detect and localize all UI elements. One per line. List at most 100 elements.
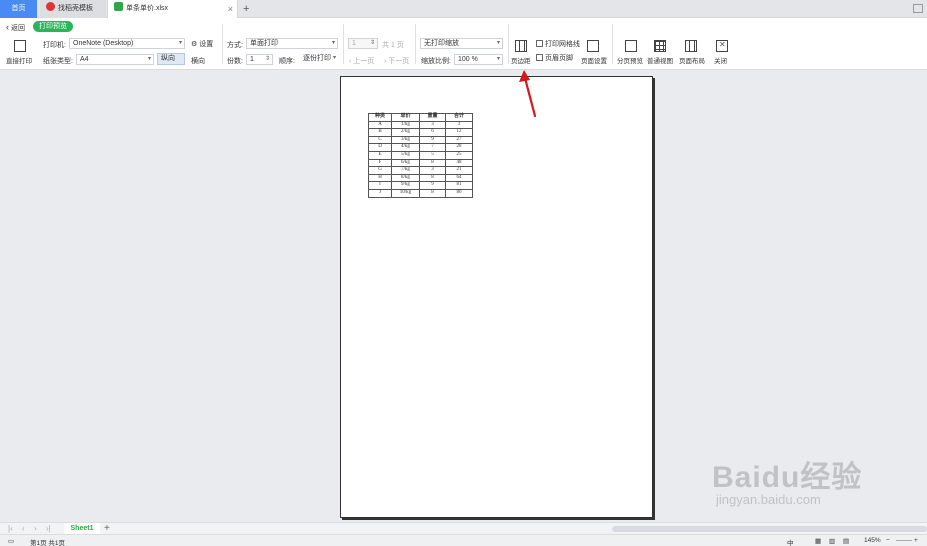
page-number-value: 1 (352, 40, 356, 47)
add-sheet-button[interactable]: + (104, 523, 110, 534)
copies-value: 1 (250, 56, 254, 63)
baidu-watermark: Baidu经验 jingyan.baidu.com (712, 452, 862, 507)
table-body: A 1/kg 3 3 B 2/kg 6 12 C 3/kg 9 27 D 4/kg 7 28 E 5/kg 5 25 F… (368, 120, 473, 198)
close-preview-button[interactable]: 关闭 (714, 55, 727, 65)
sheet-tab-label: Sheet1 (70, 525, 94, 532)
table-cell: 27 (445, 135, 473, 145)
tab-active-label: 单条单价.xlsx (126, 5, 168, 12)
zoom-slider[interactable] (896, 540, 912, 541)
stepper-icon: ⇕ (369, 40, 375, 46)
page-number-input[interactable]: 1 ⇕ (348, 38, 378, 49)
table-cell: 10/kg (391, 188, 420, 198)
docer-icon (46, 2, 55, 11)
page-break-preview-button[interactable]: 分页预览 (617, 55, 643, 65)
zoom-value: 100 % (458, 56, 478, 63)
landscape-button[interactable]: 横向 (191, 56, 205, 66)
page-setup-icon[interactable] (587, 40, 599, 52)
close-tab-icon[interactable]: × (228, 0, 233, 18)
view-normal-icon[interactable]: ▦ (815, 537, 821, 545)
chevron-down-icon: ▾ (178, 40, 182, 46)
copies-label: 份数: (227, 58, 243, 65)
prev-sheet-icon[interactable]: ‹ (22, 524, 25, 533)
close-icon[interactable] (716, 40, 728, 52)
table-row: D 4/kg 7 28 (368, 143, 473, 152)
paper-select[interactable]: A4 ▾ (76, 54, 154, 65)
table-cell: 8 (419, 188, 446, 198)
window-layout-icon[interactable] (913, 4, 923, 13)
table-cell: 8 (419, 173, 446, 183)
page-layout-button[interactable]: 页面布局 (679, 55, 705, 65)
table-cell: 48 (445, 158, 473, 168)
copies-input[interactable]: 1 ⇕ (246, 54, 273, 65)
mode-select[interactable]: 单面打印 ▾ (246, 38, 338, 49)
zoom-in-icon[interactable]: + (914, 537, 918, 544)
order-value: 逐份打印 (303, 55, 331, 62)
horizontal-scrollbar[interactable] (612, 526, 927, 532)
printer-select[interactable]: OneNote (Desktop) ▾ (69, 38, 185, 49)
next-page-button[interactable]: › 下一页 (384, 56, 409, 66)
portrait-button[interactable]: 纵向 (157, 53, 185, 65)
table-cell: 3 (419, 120, 446, 130)
prev-page-button[interactable]: ‹ 上一页 (349, 56, 374, 66)
table-cell: 1/kg (391, 120, 420, 130)
table-header-row: 种类 单价 重量 合计 (368, 113, 473, 122)
printer-icon[interactable] (14, 40, 26, 52)
direct-print-button[interactable]: 直接打印 (6, 55, 32, 65)
order-select[interactable]: 逐份打印 ▾ (300, 54, 338, 65)
margins-icon[interactable] (515, 40, 527, 52)
scale-select[interactable]: 无打印缩放 ▾ (420, 38, 503, 49)
prev-page-label: 上一页 (353, 58, 375, 65)
tab-templates-label: 找稻壳模板 (58, 5, 93, 12)
chevron-down-icon: ▾ (331, 40, 335, 46)
table-cell: E (368, 150, 392, 160)
tab-home[interactable]: 首页 (0, 0, 37, 18)
table-cell: 6 (419, 128, 446, 137)
next-sheet-icon[interactable]: › (34, 524, 37, 533)
zoom-level[interactable]: 145% (864, 537, 881, 544)
first-sheet-icon[interactable]: |‹ (8, 524, 13, 533)
paper-label: 纸张类型: (43, 58, 73, 65)
table-cell: 8/kg (391, 173, 420, 183)
table-cell: C (368, 135, 392, 145)
header-footer-icon[interactable] (536, 54, 543, 61)
header-footer-button[interactable]: 页眉页脚 (545, 53, 573, 63)
print-preview-badge: 打印预览 (33, 21, 73, 32)
table-row: E 5/kg 5 25 (368, 150, 473, 160)
add-tab-button[interactable]: + (243, 0, 249, 18)
table-cell: 21 (445, 166, 473, 175)
zoom-select[interactable]: 100 % ▾ (454, 54, 503, 65)
print-preview-toolbar: ‹ 返回 打印预览 直接打印 打印机: OneNote (Desktop) ▾ ⚙ … (0, 18, 927, 70)
settings-button[interactable]: ⚙ 设置 (191, 39, 213, 49)
table-cell: 3 (445, 120, 473, 130)
table-cell: 7/kg (391, 166, 420, 175)
table-cell: G (368, 166, 392, 175)
view-layout-icon[interactable]: ▥ (829, 537, 835, 545)
chevron-left-icon: ‹ (349, 58, 352, 65)
margins-button[interactable]: 页边距 (511, 55, 531, 65)
table-row: J 10/kg 8 80 (368, 188, 473, 198)
table-cell: 5/kg (391, 150, 420, 160)
tab-active-workbook[interactable]: 单条单价.xlsx × (107, 0, 238, 18)
gridlines-checkbox[interactable] (536, 40, 543, 47)
table-cell: 80 (445, 188, 473, 198)
zoom-out-icon[interactable]: − (886, 537, 890, 544)
sheet-tab-bar: |‹ ‹ › ›| Sheet1 + (0, 522, 927, 534)
divider (612, 24, 613, 64)
tab-templates[interactable]: 找稻壳模板 (40, 0, 106, 18)
column-header: 单价 (391, 113, 420, 122)
last-sheet-icon[interactable]: ›| (46, 524, 51, 533)
view-break-icon[interactable]: ▤ (843, 537, 849, 545)
normal-view-icon[interactable] (654, 40, 666, 52)
page-layout-icon[interactable] (685, 40, 697, 52)
table-cell: 9 (419, 181, 446, 190)
page-setup-button[interactable]: 页面设置 (581, 55, 607, 65)
divider (343, 24, 344, 64)
input-mode[interactable]: 中 (787, 537, 794, 546)
watermark-url: jingyan.baidu.com (716, 492, 821, 507)
status-bar: ▭ 第1页 共1页 中 ▦ ▥ ▤ 145% − + (0, 534, 927, 546)
sheet-tab-sheet1[interactable]: Sheet1 (64, 523, 100, 534)
table-cell: 9 (419, 135, 446, 145)
page-break-icon[interactable] (625, 40, 637, 52)
back-button[interactable]: ‹ 返回 (6, 22, 25, 33)
normal-view-button[interactable]: 普通视图 (647, 55, 673, 65)
